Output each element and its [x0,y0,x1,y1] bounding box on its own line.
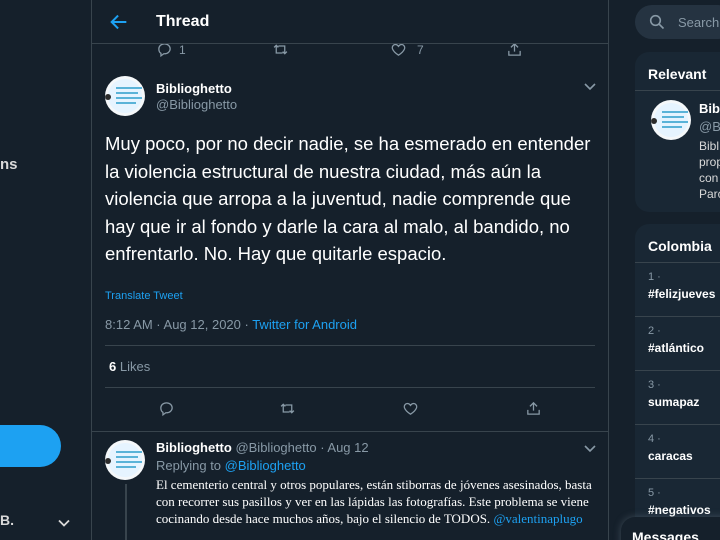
left-sidebar: ns B. [0,0,91,540]
trend-item[interactable]: 4 · caracas [635,424,720,478]
trend-rank: 2 · [648,325,661,337]
trend-name: #atlántico [648,341,705,355]
tweet-timestamp[interactable]: 8:12 AM · Aug 12, 2020 · [105,317,252,332]
relevant-user-handle[interactable]: @Bi [699,119,720,134]
mention-link[interactable]: @valentinaplugo [493,511,582,526]
avatar[interactable] [105,76,145,116]
trend-item[interactable]: 3 · sumapaz [635,370,720,424]
reply-count: 1 [179,42,186,57]
reply-action[interactable] [158,400,175,417]
thread-column: 1 7 Thread Biblioghetto @Biblioghetto Mu… [91,0,609,540]
search-icon [649,14,665,30]
share-icon [527,401,540,415]
trends-panel: Colombia 1 · #felizjueves 2 · #atlántico… [635,224,720,540]
relevant-user-name[interactable]: Bibl [699,101,720,116]
chevron-down-icon[interactable] [57,516,71,530]
nav-item-label[interactable]: ns [0,156,18,173]
account-name[interactable]: B. [0,512,14,528]
messages-title: Messages [632,529,699,540]
thread-connector [125,484,127,540]
divider [105,345,595,346]
thread-header: Thread [92,0,608,44]
messages-drawer[interactable]: Messages [621,517,720,540]
share-action[interactable] [525,400,542,417]
tweet-actions [92,400,608,420]
trend-rank: 3 · [648,379,661,391]
trend-item[interactable]: 1 · #felizjueves [635,262,720,316]
reply-icon [160,402,173,417]
retweet-icon [280,403,295,414]
reply-handle-date[interactable]: @Biblioghetto · Aug 12 [232,440,368,455]
trend-item[interactable]: 2 · #atlántico [635,316,720,370]
trend-name: #negativos [648,503,711,517]
chevron-down-icon[interactable] [583,441,597,455]
chevron-down-icon[interactable] [583,79,597,93]
relevant-title: Relevant [648,66,707,82]
avatar[interactable] [651,100,691,140]
page-title: Thread [156,13,210,30]
heart-icon [403,402,418,415]
trend-name: #felizjueves [648,287,716,301]
author-handle[interactable]: @Biblioghetto [156,97,237,112]
trend-name: sumapaz [648,395,700,409]
back-arrow-icon[interactable] [108,11,130,33]
reply-author-name[interactable]: Biblioghetto [156,440,232,455]
trend-name: caracas [648,449,693,463]
divider [105,387,595,388]
reply-text: El cementerio central y otros populares,… [156,476,596,527]
retweet-action[interactable] [279,400,296,417]
like-count: 7 [417,42,424,57]
replying-to: Replying to @Biblioghetto [156,458,306,473]
trend-rank: 1 · [648,271,661,283]
translate-tweet-link[interactable]: Translate Tweet [105,290,183,302]
like-action[interactable] [402,400,419,417]
divider [92,431,608,432]
tweet-meta: 8:12 AM · Aug 12, 2020 · Twitter for And… [105,317,357,332]
trend-rank: 5 · [648,487,661,499]
replying-to-handle[interactable]: @Biblioghetto [225,458,306,473]
search-placeholder: Search [678,15,720,30]
avatar[interactable] [105,440,145,480]
right-sidebar: Search Relevant Bibl @Bi Bibl prop con P… [635,0,720,540]
tweet-text: Muy poco, por no decir nadie, se ha esme… [105,133,591,264]
likes-stat[interactable]: 6 Likes [109,359,150,374]
tweet-button[interactable] [0,425,61,467]
search-input[interactable]: Search [635,5,720,39]
trend-rank: 4 · [648,433,661,445]
tweet-source[interactable]: Twitter for Android [252,317,357,332]
reply-author-line: Biblioghetto @Biblioghetto · Aug 12 [156,440,369,455]
trends-title: Colombia [648,238,712,254]
relevant-user-bio: Bibl prop con Parc [699,139,720,201]
likes-label: Likes [116,359,151,374]
replying-prefix: Replying to [156,458,225,473]
prev-tweet-actions: 1 7 [92,41,608,61]
author-name[interactable]: Biblioghetto [156,81,232,96]
